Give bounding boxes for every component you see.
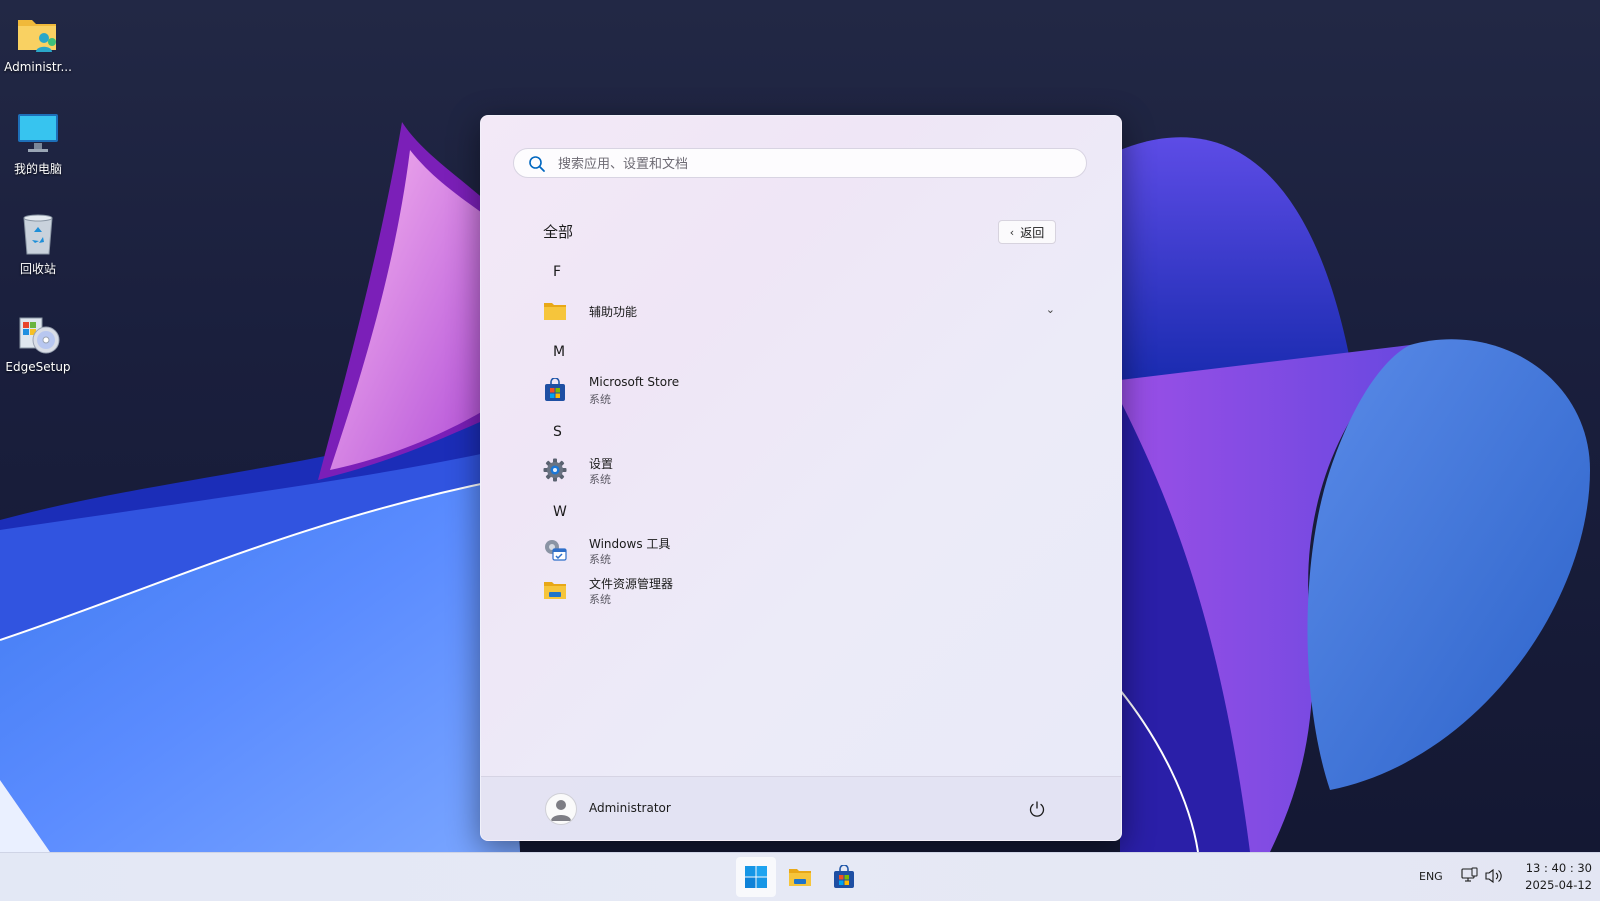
desktop-icon-recycle-bin[interactable]: 回收站	[0, 210, 76, 277]
chevron-left-icon: ‹	[1009, 225, 1015, 239]
user-silhouette-icon	[551, 800, 571, 821]
search-box[interactable]	[513, 148, 1087, 179]
desktop-icon-label: Administr...	[4, 60, 72, 74]
windows-tools-icon	[543, 538, 567, 562]
file-explorer-icon	[789, 869, 811, 886]
letter-header-w[interactable]: W	[553, 504, 567, 520]
user-folder-icon	[14, 10, 62, 58]
windows-start-icon	[745, 866, 767, 888]
installer-disc-icon	[14, 310, 62, 358]
power-icon	[1029, 801, 1045, 817]
settings-gear-icon	[543, 458, 567, 482]
microsoft-store-icon	[834, 865, 854, 888]
power-button[interactable]	[1025, 797, 1049, 821]
desktop-icon-label: 回收站	[19, 262, 56, 276]
volume-icon[interactable]	[1484, 867, 1504, 889]
desktop-icon-this-pc[interactable]: 我的电脑	[0, 110, 76, 177]
app-category: 系统	[589, 473, 611, 486]
app-name: Microsoft Store	[589, 375, 680, 389]
input-language-indicator[interactable]: ENG	[1419, 870, 1443, 883]
app-category: 系统	[589, 593, 611, 606]
back-button-label: 返回	[1020, 225, 1045, 240]
start-menu: 全部 ‹ 返回 F 辅助功能 ⌄ M Microsoft Stor	[480, 115, 1122, 841]
desktop-icon-label: EdgeSetup	[5, 360, 71, 374]
app-category: 系统	[589, 393, 611, 406]
user-avatar[interactable]	[545, 793, 577, 825]
letter-header-s[interactable]: S	[553, 424, 562, 440]
letter-header-f[interactable]: F	[553, 264, 561, 280]
desktop-icon-label: 我的电脑	[13, 162, 62, 176]
app-name: 文件资源管理器	[589, 577, 674, 591]
start-menu-footer: Administrator	[481, 776, 1121, 840]
taskbar-microsoft-store[interactable]	[824, 857, 864, 897]
network-icon[interactable]	[1460, 867, 1478, 889]
clock-time: 13 : 40 : 30	[1525, 861, 1592, 875]
app-name: 设置	[589, 457, 614, 471]
letter-header-m[interactable]: M	[553, 344, 565, 360]
app-name: Windows 工具	[589, 537, 671, 551]
recycle-bin-icon	[14, 210, 62, 258]
user-name[interactable]: Administrator	[589, 801, 671, 815]
app-item-accessibility-folder[interactable]: 辅助功能 ⌄	[539, 292, 1059, 330]
app-category: 系统	[589, 553, 611, 566]
app-item-settings[interactable]: 设置 系统	[539, 451, 1059, 489]
desktop-icon-edgesetup[interactable]: EdgeSetup	[0, 310, 76, 374]
search-input[interactable]	[556, 149, 1060, 179]
app-name: 辅助功能	[589, 305, 638, 319]
start-button[interactable]	[736, 857, 776, 897]
taskbar: ENG 13 : 40 : 30 2025-04-12	[0, 852, 1600, 901]
computer-monitor-icon	[14, 110, 62, 158]
clock-date: 2025-04-12	[1525, 878, 1592, 892]
app-item-file-explorer[interactable]: 文件资源管理器 系统	[539, 571, 1059, 609]
desktop-icon-administrator[interactable]: Administr...	[0, 10, 76, 74]
search-icon	[528, 155, 546, 177]
app-item-windows-tools[interactable]: Windows 工具 系统	[539, 531, 1059, 569]
chevron-down-icon[interactable]: ⌄	[1046, 303, 1055, 316]
taskbar-file-explorer[interactable]	[780, 857, 820, 897]
file-explorer-icon	[543, 578, 567, 602]
microsoft-store-icon	[543, 377, 567, 402]
folder-icon	[543, 299, 567, 323]
all-apps-title: 全部	[543, 223, 574, 241]
system-clock[interactable]: 13 : 40 : 30 2025-04-12	[1512, 860, 1592, 894]
back-button[interactable]: ‹ 返回	[998, 220, 1056, 244]
app-item-microsoft-store[interactable]: Microsoft Store 系统	[539, 371, 1059, 409]
